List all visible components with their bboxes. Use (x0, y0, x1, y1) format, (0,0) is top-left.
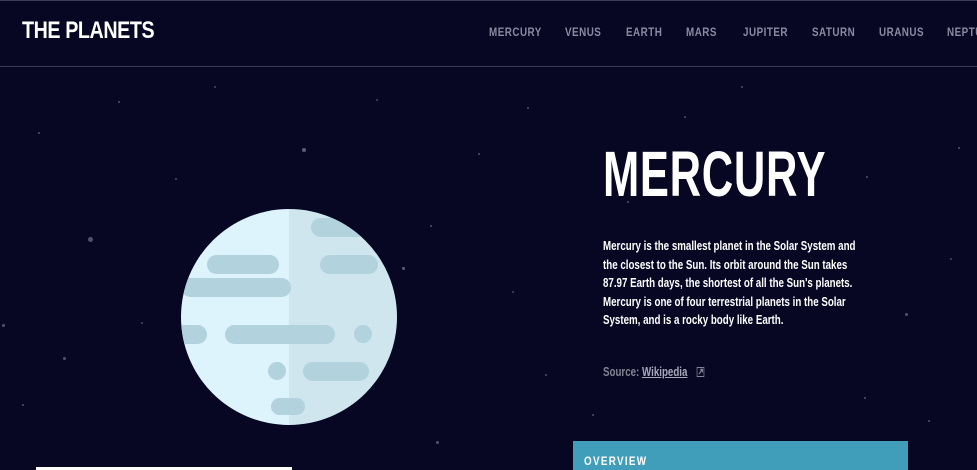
tab-overview-label: OVERVIEW (584, 454, 648, 468)
source-attribution: Source: Wikipedia (603, 365, 705, 380)
nav-item-jupiter[interactable]: JUPITER (743, 25, 788, 39)
top-navigation-bar: THE PLANETS MERCURY VENUS EARTH MARS JUP… (0, 0, 977, 67)
planet-graphic (181, 209, 397, 425)
nav-item-saturn[interactable]: SATURN (812, 25, 855, 39)
source-label: Source: (603, 365, 643, 379)
mercury-planet-illustration (181, 209, 397, 425)
nav-item-venus[interactable]: VENUS (565, 25, 601, 39)
tab-overview[interactable]: OVERVIEW (573, 441, 908, 470)
nav-item-neptune[interactable]: NEPTUNE (947, 25, 977, 39)
planet-title: MERCURY (603, 138, 827, 210)
planet-description: Mercury is the smallest planet in the So… (603, 239, 856, 327)
wikipedia-link[interactable]: Wikipedia (642, 365, 687, 379)
site-logo[interactable]: THE PLANETS (22, 17, 155, 45)
nav-item-uranus[interactable]: URANUS (879, 25, 924, 39)
nav-item-earth[interactable]: EARTH (626, 25, 662, 39)
external-link-icon[interactable] (696, 366, 705, 380)
nav-item-mercury[interactable]: MERCURY (489, 25, 542, 39)
nav-item-mars[interactable]: MARS (686, 25, 717, 39)
page: THE PLANETS MERCURY VENUS EARTH MARS JUP… (0, 0, 977, 470)
